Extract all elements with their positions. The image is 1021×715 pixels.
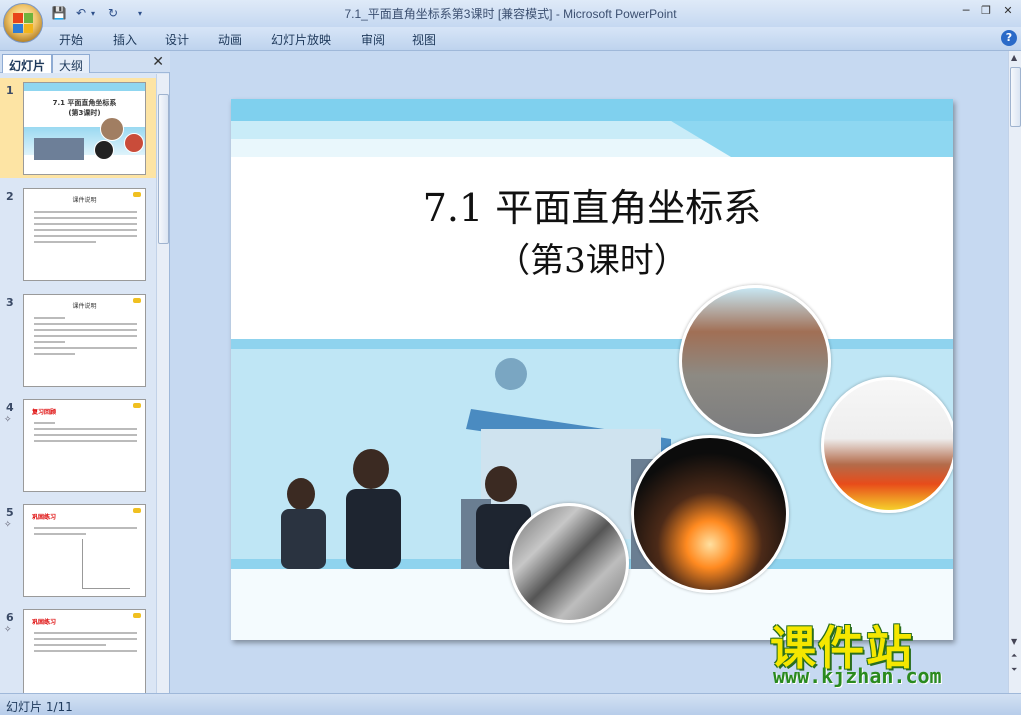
slide-scrollbar[interactable]: ▲ ▼ ⏶ ⏷ [1008, 51, 1021, 693]
previous-slide-icon[interactable]: ⏶ [1011, 651, 1017, 661]
thumbnail-title: 课件说明 [72, 197, 97, 204]
thumbnail-row[interactable]: 4 ✧ 复习回顾 [0, 395, 156, 495]
tab-view[interactable]: 视图 [412, 31, 436, 48]
thumbnail-title: 课件说明 [72, 303, 97, 310]
thumbnail-slide[interactable]: 巩固练习 [23, 504, 146, 597]
office-logo-icon [13, 13, 33, 33]
tiananmen-photo [821, 377, 953, 513]
flag-icon [133, 508, 141, 513]
thumbnail-slide[interactable]: 复习回顾 [23, 399, 146, 492]
slide-editor: 7.1 平面直角坐标系 （第3课时） [172, 51, 1008, 693]
thumbnail-number: 3 [6, 296, 14, 309]
panel-tabs: 幻灯片 大纲 ✕ [0, 51, 170, 73]
thumbnail-title: 7.1 平面直角坐标系 [52, 99, 117, 107]
scrollbar-thumb[interactable] [158, 94, 169, 244]
scroll-down-icon[interactable]: ▼ [1011, 637, 1017, 646]
animation-star-icon: ✧ [4, 415, 12, 425]
status-bar: 幻灯片 1/11 [0, 693, 1021, 715]
animation-star-icon: ✧ [4, 520, 12, 530]
thumbnail-title: 巩固练习 [32, 619, 57, 626]
thumbnail-row[interactable]: 3 课件说明 [0, 290, 156, 390]
help-icon[interactable]: ? [1001, 30, 1017, 46]
tab-review[interactable]: 审阅 [361, 31, 385, 48]
thumbnail-number: 5 [6, 506, 14, 519]
close-panel-icon[interactable]: ✕ [152, 54, 164, 70]
thumbnail-title: 巩固练习 [32, 514, 57, 521]
tab-insert[interactable]: 插入 [113, 31, 137, 48]
scroll-up-icon[interactable]: ▲ [1011, 53, 1017, 62]
thumbnail-subtitle: (第3课时) [68, 109, 101, 117]
tab-animations[interactable]: 动画 [218, 31, 242, 48]
watermark-url: www.kjzhan.com [773, 664, 942, 688]
thumbnail-slide[interactable]: 巩固练习 [23, 609, 146, 693]
window-title: 7.1_平面直角坐标系第3课时 [兼容模式] - Microsoft Power… [344, 7, 677, 21]
maximize-button[interactable]: ❐ [976, 3, 996, 19]
tab-slideshow[interactable]: 幻灯片放映 [271, 31, 331, 48]
tab-slides[interactable]: 幻灯片 [2, 54, 53, 73]
tab-design[interactable]: 设计 [165, 31, 189, 48]
minimize-button[interactable]: ─ [956, 3, 976, 19]
thumbnail-row[interactable]: 1 7.1 平面直角坐标系 (第3课时) [0, 78, 156, 178]
thumbnail-list: 1 7.1 平面直角坐标系 (第3课时) 2 课件说明 3 课件说明 4 ✧ 复… [0, 74, 156, 693]
campus-photo [679, 285, 831, 437]
tab-outline[interactable]: 大纲 [52, 54, 91, 73]
thumbnail-number: 4 [6, 401, 14, 414]
tab-home[interactable]: 开始 [59, 31, 83, 48]
thumbnail-number: 6 [6, 611, 14, 624]
highway-photo [509, 503, 629, 623]
flag-icon [133, 613, 141, 618]
thumbnail-row[interactable]: 6 ✧ 巩固练习 [0, 605, 156, 693]
thumbnail-row[interactable]: 5 ✧ 巩固练习 [0, 500, 156, 600]
scrollbar-thumb[interactable] [1010, 67, 1021, 127]
thumbnail-slide[interactable]: 课件说明 [23, 188, 146, 281]
office-button[interactable] [3, 3, 43, 43]
slides-panel: 幻灯片 大纲 ✕ 1 7.1 平面直角坐标系 (第3课时) 2 课件说明 3 课… [0, 51, 170, 693]
rocket-photo [631, 435, 789, 593]
slide-title[interactable]: 7.1 平面直角坐标系 [231, 177, 953, 232]
slide-counter: 幻灯片 1/11 [6, 700, 73, 714]
slide-subtitle[interactable]: （第3课时） [231, 233, 953, 282]
thumbnail-number: 1 [6, 84, 14, 97]
animation-star-icon: ✧ [4, 625, 12, 635]
thumbnail-scrollbar[interactable] [156, 74, 169, 693]
flag-icon [133, 403, 141, 408]
ribbon-tabs: 开始 插入 设计 动画 幻灯片放映 审阅 视图 ? [0, 27, 1021, 51]
thumbnail-title: 复习回顾 [32, 409, 57, 416]
thumbnail-slide[interactable]: 7.1 平面直角坐标系 (第3课时) [23, 82, 146, 175]
close-button[interactable]: ✕ [998, 3, 1018, 19]
thumbnail-slide[interactable]: 课件说明 [23, 294, 146, 387]
thumbnail-row[interactable]: 2 课件说明 [0, 184, 156, 284]
thumbnail-number: 2 [6, 190, 14, 203]
current-slide[interactable]: 7.1 平面直角坐标系 （第3课时） [231, 99, 953, 640]
next-slide-icon[interactable]: ⏷ [1011, 665, 1017, 675]
title-bar: 💾 ↶ ▾ ↻ ▾ 7.1_平面直角坐标系第3课时 [兼容模式] - Micro… [0, 0, 1021, 27]
